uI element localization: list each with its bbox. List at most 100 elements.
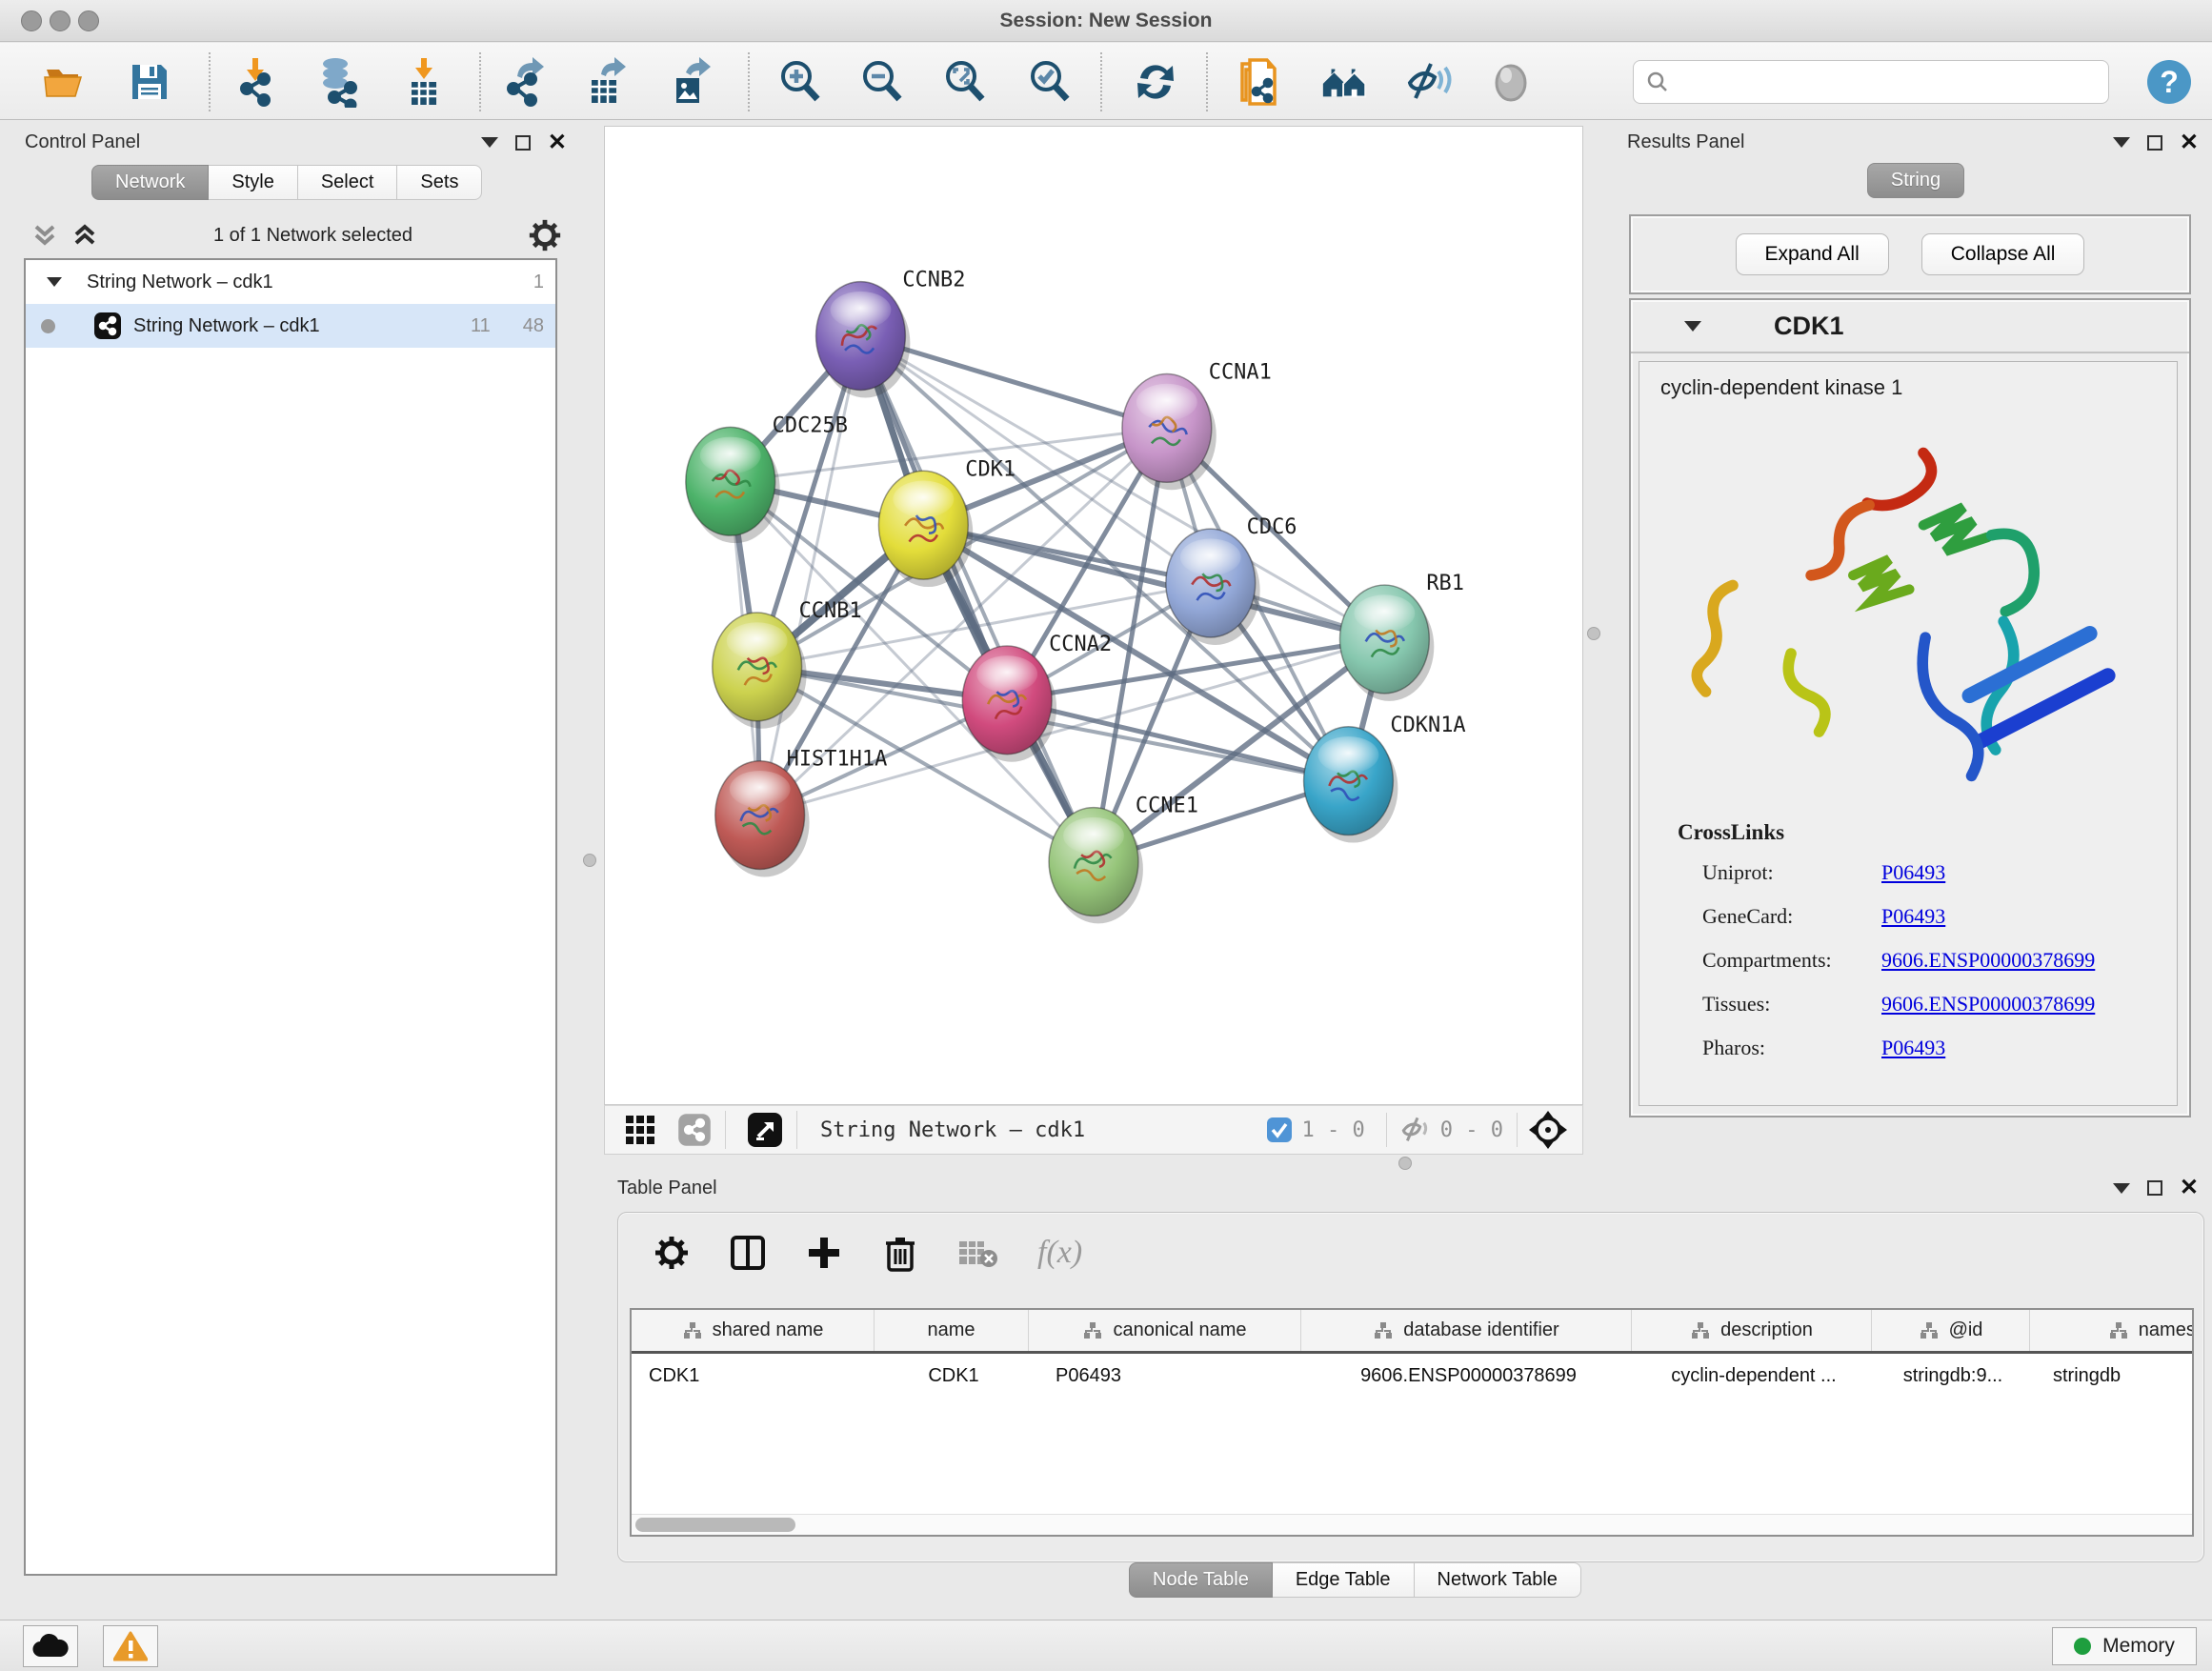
tab-edge-table[interactable]: Edge Table <box>1273 1562 1415 1598</box>
help-button[interactable]: ? <box>2143 56 2195 108</box>
tab-string[interactable]: String <box>1867 163 1964 198</box>
crosslink-label: Uniprot: <box>1702 860 1881 885</box>
network-graph[interactable]: CCNB2CCNA1CDC25BCDK1CDC6RB1CCNB1CCNA2CDK… <box>605 127 1582 1104</box>
node-label-CCNB2: CCNB2 <box>902 269 965 292</box>
collapse-all-button[interactable]: Collapse All <box>1921 233 2085 275</box>
float-panel-icon[interactable] <box>2147 135 2162 151</box>
hidden-elements-button[interactable] <box>1398 1113 1433 1147</box>
tree-expander-icon[interactable] <box>47 277 62 287</box>
collapse-all-chevron-icon[interactable] <box>30 221 59 250</box>
network-edge[interactable] <box>1007 700 1348 781</box>
splitter-handle[interactable] <box>1587 627 1600 640</box>
network-share-toggle-button[interactable] <box>677 1113 712 1147</box>
memory-button[interactable]: Memory <box>2052 1627 2197 1665</box>
crosslink-value[interactable]: P06493 <box>1881 860 1945 885</box>
table-settings-gear-icon[interactable] <box>653 1234 691 1272</box>
crosslink-value[interactable]: 9606.ENSP00000378699 <box>1881 948 2095 973</box>
column-header[interactable]: shared name <box>632 1310 875 1351</box>
cell-database-identifier: 9606.ENSP00000378699 <box>1301 1354 1632 1398</box>
save-icon <box>127 59 172 105</box>
network-canvas[interactable]: CCNB2CCNA1CDC25BCDK1CDC6RB1CCNB1CCNA2CDK… <box>604 126 1583 1105</box>
delete-column-trash-icon[interactable] <box>881 1234 919 1272</box>
gear-icon[interactable] <box>527 217 563 253</box>
string-home-button[interactable] <box>1319 56 1371 108</box>
share-icon <box>677 1113 712 1147</box>
export-table-button[interactable] <box>581 56 633 108</box>
toolbar-separator <box>725 1111 726 1149</box>
float-panel-icon[interactable] <box>515 135 531 151</box>
close-panel-icon[interactable]: ✕ <box>2180 135 2199 151</box>
tab-select[interactable]: Select <box>298 165 398 200</box>
export-image-button[interactable] <box>664 56 715 108</box>
cell-canonical-name: P06493 <box>1029 1354 1301 1398</box>
tab-node-table[interactable]: Node Table <box>1129 1562 1273 1598</box>
cloud-icon <box>31 1632 70 1661</box>
minimize-window-button[interactable] <box>50 10 70 31</box>
zoom-out-button[interactable] <box>856 56 908 108</box>
expand-all-chevron-icon[interactable] <box>70 221 99 250</box>
network-edge[interactable] <box>760 336 861 815</box>
panel-menu-icon[interactable] <box>2113 137 2130 148</box>
column-header[interactable]: namespace <box>2030 1310 2194 1351</box>
selected-checkbox[interactable] <box>1266 1117 1293 1143</box>
column-header[interactable]: name <box>875 1310 1029 1351</box>
open-folder-icon <box>41 58 89 106</box>
import-network-from-database-button[interactable] <box>312 56 364 108</box>
cloud-status-button[interactable] <box>23 1625 78 1667</box>
import-table-button[interactable] <box>399 56 451 108</box>
open-session-button[interactable] <box>39 56 90 108</box>
network-edge[interactable] <box>860 336 1094 862</box>
tab-network-table[interactable]: Network Table <box>1415 1562 1581 1598</box>
open-view-in-window-button[interactable] <box>747 1112 783 1148</box>
crosslink-label: Tissues: <box>1702 992 1881 1017</box>
fit-selected-button[interactable] <box>1527 1109 1569 1151</box>
node-label-CDK1: CDK1 <box>965 457 1016 481</box>
search-input[interactable] <box>1678 63 2108 101</box>
warnings-button[interactable] <box>103 1625 158 1667</box>
svg-text:?: ? <box>2160 65 2179 99</box>
tab-network[interactable]: Network <box>91 165 209 200</box>
table-row[interactable]: CDK1 CDK1 P06493 9606.ENSP00000378699 cy… <box>632 1354 2194 1398</box>
column-header[interactable]: @id <box>1872 1310 2030 1351</box>
close-panel-icon[interactable]: ✕ <box>548 135 567 151</box>
network-row-selected[interactable]: String Network – cdk1 11 48 <box>26 304 555 348</box>
import-network-button[interactable] <box>232 56 284 108</box>
search-field[interactable] <box>1633 60 2109 104</box>
panel-menu-icon[interactable] <box>2113 1183 2130 1194</box>
crosslink-value[interactable]: 9606.ENSP00000378699 <box>1881 992 2095 1017</box>
float-panel-icon[interactable] <box>2147 1180 2162 1196</box>
show-columns-icon[interactable] <box>729 1234 767 1272</box>
tab-sets[interactable]: Sets <box>397 165 482 200</box>
zoom-window-button[interactable] <box>78 10 99 31</box>
zoom-fit-button[interactable] <box>939 56 991 108</box>
network-export-icon <box>500 57 550 107</box>
column-header[interactable]: database identifier <box>1301 1310 1632 1351</box>
export-network-button[interactable] <box>499 56 551 108</box>
column-header[interactable]: description <box>1632 1310 1872 1351</box>
tab-style[interactable]: Style <box>209 165 297 200</box>
zoom-in-button[interactable] <box>774 56 826 108</box>
horizontal-scrollbar[interactable] <box>632 1514 2192 1535</box>
panel-menu-icon[interactable] <box>481 137 498 148</box>
zoom-selected-button[interactable] <box>1024 56 1076 108</box>
column-header[interactable]: canonical name <box>1029 1310 1301 1351</box>
network-collection-row[interactable]: String Network – cdk1 1 <box>26 260 555 304</box>
expand-all-button[interactable]: Expand All <box>1736 233 1889 275</box>
network-share-icon <box>93 312 122 340</box>
birdseye-grid-button[interactable] <box>624 1114 656 1146</box>
crosslink-value[interactable]: P06493 <box>1881 1036 1945 1060</box>
toolbar-separator <box>209 52 211 111</box>
close-panel-icon[interactable]: ✕ <box>2180 1180 2199 1196</box>
string-import-button[interactable] <box>1235 56 1286 108</box>
crosslink-value[interactable]: P06493 <box>1881 904 1945 929</box>
apply-layout-button[interactable] <box>1130 56 1181 108</box>
splitter-handle[interactable] <box>583 854 596 867</box>
hide-unhide-button[interactable] <box>1402 56 1454 108</box>
show-graphics-details-button[interactable] <box>1485 56 1537 108</box>
create-column-plus-icon[interactable] <box>805 1234 843 1272</box>
collapse-gene-icon[interactable] <box>1684 321 1701 332</box>
scrollbar-thumb[interactable] <box>635 1518 795 1532</box>
gene-card-header[interactable]: CDK1 <box>1631 300 2189 353</box>
close-window-button[interactable] <box>21 10 42 31</box>
save-session-button[interactable] <box>124 56 175 108</box>
